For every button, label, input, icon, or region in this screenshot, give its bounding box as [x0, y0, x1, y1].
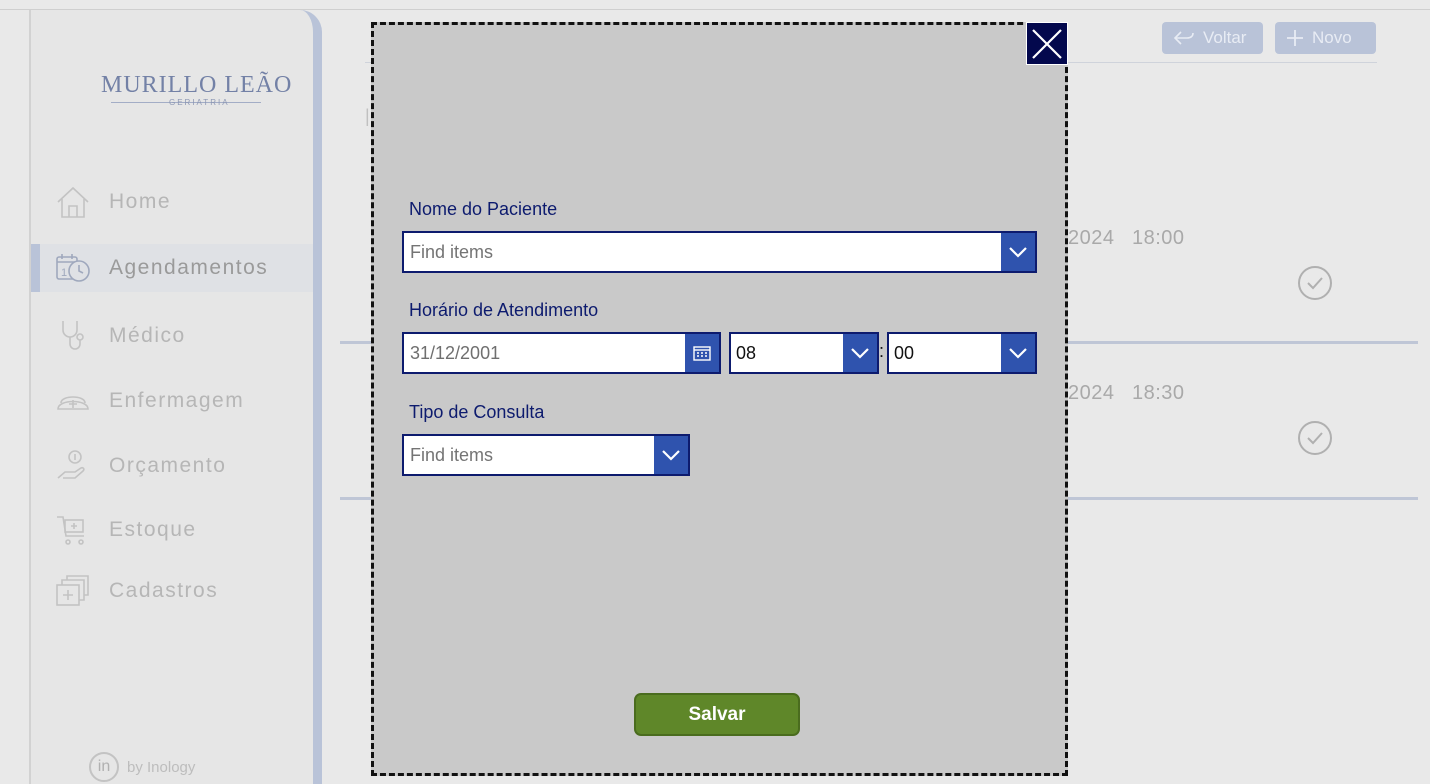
byline-text: by Inology [127, 758, 196, 776]
sidebar-item-label: Médico [109, 324, 186, 347]
back-button[interactable]: Voltar [1162, 22, 1263, 54]
home-icon [57, 186, 89, 218]
sidebar-item-label: Cadastros [109, 579, 219, 602]
close-button[interactable] [1026, 22, 1068, 65]
medical-cart-icon [57, 516, 84, 545]
time-separator: : [879, 341, 885, 361]
vendor-byline: in by Inology [89, 752, 195, 782]
calendar-button[interactable] [685, 334, 719, 372]
appointment-dialog [371, 22, 1068, 776]
sidebar-item-orcamento[interactable]: Orçamento [31, 442, 313, 490]
patient-dropdown-button[interactable] [1001, 233, 1035, 271]
stethoscope-icon [62, 321, 84, 350]
sidebar-item-enfermagem[interactable]: Enfermagem [31, 377, 313, 425]
chevron-down-icon [662, 450, 680, 461]
inology-logo-icon: in [89, 752, 119, 782]
close-icon [1032, 28, 1062, 59]
chevron-down-icon [1009, 247, 1027, 258]
consultation-type-combobox[interactable] [402, 434, 690, 476]
sidebar-item-label: Orçamento [109, 454, 227, 477]
calendar-icon [693, 346, 711, 361]
calendar-clock-icon: 1 [56, 254, 90, 282]
consultation-type-input[interactable] [404, 436, 654, 474]
date-picker[interactable]: 31/12/2001 [402, 332, 721, 374]
sidebar-item-agendamentos[interactable]: 1 Agendamentos [31, 244, 313, 292]
schedule-label: Horário de Atendimento [409, 300, 599, 320]
patient-combobox[interactable] [402, 231, 1037, 273]
sidebar-item-cadastros[interactable]: Cadastros [31, 567, 313, 615]
sidebar-item-estoque[interactable]: Estoque [31, 506, 313, 554]
row-date: 2024 [1068, 382, 1115, 404]
sidebar-item-label: Estoque [109, 518, 197, 541]
svg-text:1: 1 [61, 267, 67, 279]
check-circle-icon[interactable] [1298, 421, 1332, 455]
chevron-down-icon [1009, 348, 1027, 359]
row-time: 18:00 [1132, 227, 1185, 249]
hour-value: 08 [736, 343, 757, 363]
logo-text: MURILLO LEÃO [101, 72, 293, 98]
stacked-cards-icon [56, 575, 89, 606]
logo: MURILLO LEÃO GERIATRIA [81, 72, 291, 122]
chevron-down-icon [851, 348, 869, 359]
save-button[interactable]: Salvar [634, 693, 800, 736]
row-date: 2024 [1068, 227, 1115, 249]
back-arrow-icon [1173, 31, 1194, 45]
sidebar-item-label: Home [109, 190, 172, 213]
sidebar-item-home[interactable]: Home [31, 178, 313, 226]
sidebar-item-label: Agendamentos [109, 256, 269, 279]
plus-icon [1287, 30, 1303, 46]
minute-select[interactable]: 00 [887, 332, 1037, 374]
row-time: 18:30 [1132, 382, 1185, 404]
hour-dropdown-button[interactable] [843, 334, 877, 372]
sidebar: MURILLO LEÃO GERIATRIA Home 1 Agendament… [31, 10, 322, 784]
minute-value: 00 [894, 343, 915, 363]
money-hand-icon [57, 450, 85, 479]
sidebar-item-medico[interactable]: Médico [31, 312, 313, 360]
new-button[interactable]: Novo [1275, 22, 1376, 54]
patient-name-label: Nome do Paciente [409, 199, 558, 219]
sidebar-item-label: Enfermagem [109, 389, 245, 412]
minute-dropdown-button[interactable] [1001, 334, 1035, 372]
new-button-label: Novo [1312, 28, 1352, 47]
background-heading-fragment: | [365, 106, 370, 126]
date-value: 31/12/2001 [410, 343, 501, 363]
nurse-cap-icon [57, 396, 89, 410]
back-button-label: Voltar [1203, 28, 1247, 47]
check-circle-icon[interactable] [1298, 266, 1332, 300]
consultation-type-dropdown-button[interactable] [654, 436, 688, 474]
consultation-type-label: Tipo de Consulta [409, 402, 545, 422]
hour-select[interactable]: 08 [729, 332, 879, 374]
patient-search-input[interactable] [404, 233, 1001, 271]
logo-subtitle: GERIATRIA [169, 98, 230, 107]
